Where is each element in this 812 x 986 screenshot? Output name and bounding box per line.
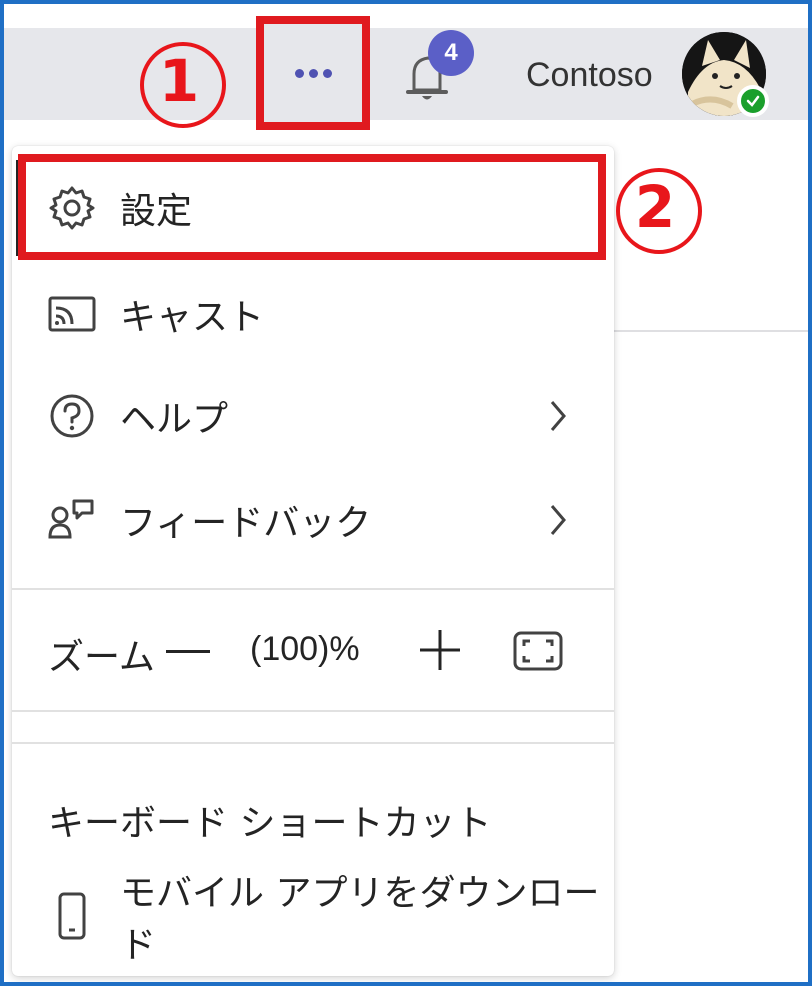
menu-item-label: モバイル アプリをダウンロード [120, 873, 600, 966]
menu-item-label: 設定 [120, 191, 193, 232]
chevron-right-icon [550, 401, 566, 431]
notification-count-badge: 4 [428, 30, 474, 76]
menu-divider [12, 710, 614, 712]
phone-icon [46, 890, 98, 942]
menu-item-cast[interactable]: キャスト [12, 264, 614, 364]
step-2-number: 2 [634, 173, 676, 241]
selected-indicator [16, 160, 20, 256]
menu-item-download-mobile-app[interactable]: モバイル アプリをダウンロード [12, 866, 614, 966]
step-1-number: 1 [158, 47, 200, 115]
menu-item-label: キャスト [120, 297, 265, 338]
chevron-right-icon [550, 505, 566, 535]
menu-divider [12, 742, 614, 744]
zoom-label: ズーム [48, 637, 155, 678]
zoom-in-button[interactable] [416, 626, 464, 674]
menu-item-label: ヘルプ [120, 399, 229, 440]
zoom-out-button[interactable] [166, 650, 210, 653]
menu-item-settings[interactable]: 設定 [12, 158, 614, 258]
pane-divider [612, 330, 808, 332]
more-horizontal-icon [294, 68, 332, 78]
menu-divider [12, 588, 614, 590]
menu-item-label: フィードバック [120, 503, 372, 544]
menu-item-help[interactable]: ヘルプ [12, 366, 614, 466]
checkmark-icon [746, 95, 760, 107]
zoom-controls: ズーム (100)% [12, 598, 614, 708]
menu-item-feedback[interactable]: フィードバック [12, 470, 614, 570]
org-name: Contoso [526, 56, 653, 94]
presence-available-badge [737, 85, 769, 117]
zoom-level: (100)% [250, 630, 360, 668]
cast-icon [46, 288, 98, 340]
more-options-menu: 設定 キャスト ヘルプ フィードバック ズーム (100)% キーボード ショー… [12, 146, 614, 976]
more-options-button[interactable] [256, 16, 370, 130]
gear-icon [46, 182, 98, 234]
feedback-icon [46, 494, 98, 546]
fullscreen-icon[interactable] [512, 630, 564, 672]
menu-item-keyboard-shortcuts[interactable]: キーボード ショートカット [48, 794, 491, 846]
help-circle-icon [46, 390, 98, 442]
